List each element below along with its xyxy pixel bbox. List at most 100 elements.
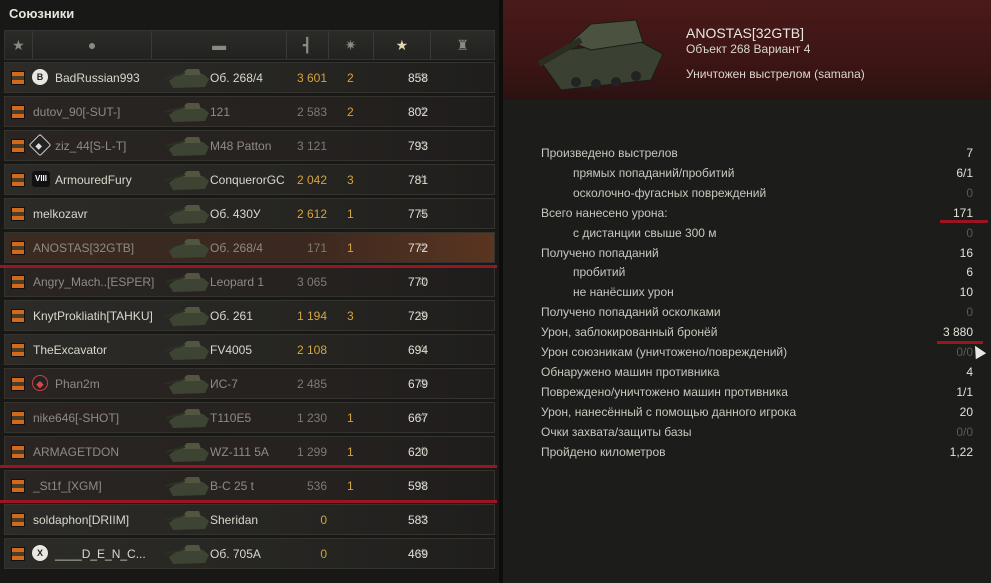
kills-value: 3 (347, 309, 354, 323)
kills-value: 1 (347, 479, 354, 493)
stat-value: 4 (966, 364, 973, 379)
sort-kills-icon[interactable]: ✷ (329, 31, 374, 59)
highlight-underline (937, 341, 983, 344)
details-header: ANOSTAS[32GTB] Объект 268 Вариант 4 Унич… (503, 0, 991, 100)
stat-row: Урон, нанесённый с помощью данного игрок… (541, 405, 973, 423)
player-row[interactable]: TheExcavator FV4005 2 108 694 ☆ (4, 334, 495, 365)
damage-value: 1 299 (296, 445, 327, 459)
damage-value: 3 601 (296, 71, 327, 85)
stat-value: 1/1 (956, 384, 973, 399)
player-name: nike646[-SHOT] (33, 411, 120, 425)
stat-row: Урон, заблокированный бронёй 3 880 (541, 325, 973, 343)
kills-value: 2 (347, 71, 354, 85)
stat-value: 6 (966, 265, 973, 280)
nation-flag-icon (11, 173, 25, 187)
player-row[interactable]: VIII ArmouredFury ConquerorGC 2 042 3 781 ☆ (4, 164, 495, 195)
stat-row: Обнаружено машин противника 4 (541, 365, 973, 383)
damage-value: 2 108 (296, 343, 327, 357)
vehicle-name: B-C 25 t (210, 479, 255, 493)
player-row[interactable]: ARMAGETDON WZ-111 5A 1 299 1 620 ☆ (4, 436, 495, 467)
player-row[interactable]: _St1f_[XGM] B-C 25 t 536 1 598 ☆ (4, 470, 495, 501)
xp-star-icon: ☆ (417, 308, 428, 322)
player-row[interactable]: melkozavr Об. 430У 2 612 1 775 ☆ (4, 198, 495, 229)
kills-value: 2 (347, 105, 354, 119)
sort-vehicle-icon[interactable]: ▬ (152, 31, 287, 59)
highlight-underline (0, 465, 497, 468)
player-row[interactable]: nike646[-SHOT] T110E5 1 230 1 667 ☆ (4, 402, 495, 433)
xp-star-icon: ☆ (417, 478, 428, 492)
vehicle-name: Объект 268 Вариант 4 (686, 42, 811, 56)
stat-row: Очки захвата/защиты базы 0/0 (541, 425, 973, 443)
stat-row: пробитий 6 (541, 265, 973, 283)
stat-row: с дистанции свыше 300 м 0 (541, 226, 973, 244)
stat-label: пробитий (573, 265, 626, 280)
vehicle-name: Об. 430У (210, 207, 261, 221)
clan-emblem-text: ◆ (35, 141, 42, 151)
player-row[interactable]: ◆ Phan2m ИС-7 2 485 679 ☆ (4, 368, 495, 399)
player-name: _St1f_[XGM] (33, 479, 102, 493)
player-name: melkozavr (33, 207, 88, 221)
clan-emblem-icon: ◆ (28, 133, 52, 157)
stat-value: 7 (966, 146, 973, 160)
vehicle-name: WZ-111 5A (210, 445, 269, 459)
sort-medals-icon[interactable]: ♜ (431, 31, 494, 59)
damage-value: 1 194 (296, 309, 327, 323)
xp-star-icon: ☆ (417, 342, 428, 356)
sort-xp-icon[interactable]: ★ (374, 31, 432, 59)
stat-value: 0 (966, 185, 973, 200)
nation-flag-icon (11, 241, 25, 255)
vehicle-name: M48 Patton (210, 139, 272, 153)
xp-star-icon: ☆ (417, 172, 428, 186)
vehicle-name: Об. 261 (210, 309, 253, 323)
clan-emblem-text: B (36, 72, 44, 82)
xp-star-icon: ☆ (417, 104, 428, 118)
sort-damage-icon[interactable]: ┫ (287, 31, 329, 59)
vehicle-name: Об. 705А (210, 547, 261, 561)
stat-value: 16 (959, 245, 973, 260)
xp-star-icon: ☆ (417, 376, 428, 390)
player-row[interactable]: KnytProkliatih[TAHKU] Об. 261 1 194 3 729 ☆ (4, 300, 495, 331)
xp-star-icon: ☆ (417, 70, 428, 84)
player-row[interactable]: X ____D_E_N_C... Об. 705А 0 469 ☆ (4, 538, 495, 569)
vehicle-name: Об. 268/4 (210, 71, 263, 85)
xp-star-icon: ☆ (417, 546, 428, 560)
player-row[interactable]: ANOSTAS[32GTB] Об. 268/4 171 1 772 ☆ (4, 232, 495, 263)
player-name: KnytProkliatih[TAHKU] (33, 309, 153, 323)
nation-flag-icon (11, 105, 25, 119)
player-row[interactable]: Angry_Mach..[ESPER] Leopard 13 065 770 ☆ (4, 266, 495, 297)
clan-emblem-text: X (36, 548, 43, 558)
kills-value: 1 (347, 411, 354, 425)
vehicle-name: Sheridan (210, 513, 259, 527)
kills-value: 1 (347, 445, 354, 459)
damage-value: 3 121 (296, 139, 327, 153)
kills-value: 1 (347, 241, 354, 255)
player-name: ARMAGETDON (33, 445, 120, 459)
allies-panel: Союзники ★ ● ▬ ┫ ✷ ★ ♜ B BadRussian993 Об.… (0, 0, 499, 583)
tank-icon (164, 103, 209, 122)
damage-value: 2 612 (296, 207, 327, 221)
stat-label: не нанёсших урон (573, 285, 674, 300)
xp-star-icon: ☆ (417, 240, 428, 254)
highlight-underline (0, 265, 497, 268)
player-name: ____D_E_N_C... (55, 547, 146, 561)
player-name: TheExcavator (33, 343, 108, 357)
vehicle-name: ConquerorGC (210, 173, 285, 187)
tank-icon (164, 375, 209, 394)
player-row[interactable]: soldaphon[DRIIM] Sheridan 0 583 ☆ (4, 504, 495, 535)
sort-player-icon[interactable]: ● (33, 31, 153, 59)
player-row[interactable]: ◆ ziz_44[S-L-T] M48 Patton 3 121 793 ☆ (4, 130, 495, 161)
xp-star-icon: ☆ (417, 410, 428, 424)
player-name: BadRussian993 (55, 71, 140, 85)
tank-icon (164, 341, 209, 360)
player-row[interactable]: B BadRussian993 Об. 268/4 3 601 2 858 ☆ (4, 62, 495, 93)
stat-value: 1,22 (949, 444, 973, 459)
player-row[interactable]: dutov_90[-SUT-] 121 2 583 2 802 ☆ (4, 96, 495, 127)
sort-platoon-icon[interactable]: ★ (5, 31, 33, 59)
stat-label: прямых попаданий/пробитий (573, 165, 735, 180)
damage-value: 0 (320, 513, 327, 527)
player-name: ArmouredFury (55, 173, 132, 187)
nation-flag-icon (11, 445, 25, 459)
clan-emblem-icon: ◆ (32, 375, 48, 391)
player-name: soldaphon[DRIIM] (33, 513, 130, 527)
stat-value: 10 (959, 285, 973, 300)
